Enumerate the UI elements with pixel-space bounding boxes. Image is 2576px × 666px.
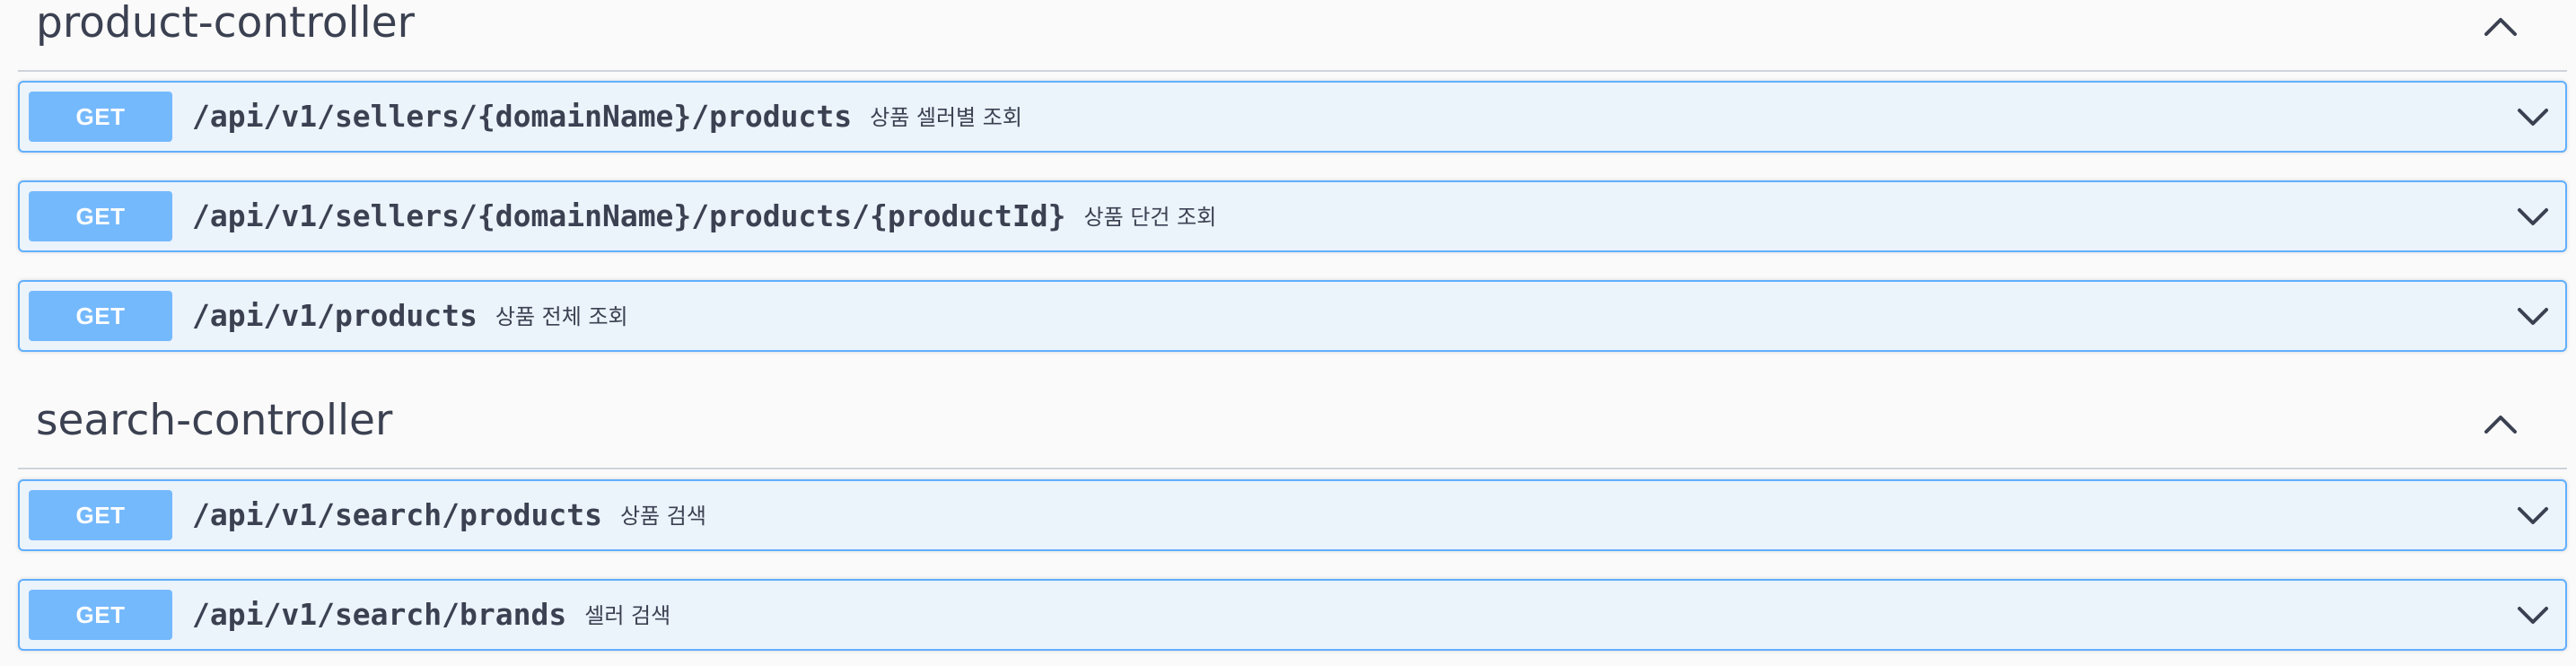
path-text: /api/v1/sellers/{domainName}/products/{p…: [192, 198, 1066, 233]
chevron-down-icon[interactable]: [2515, 99, 2551, 135]
operation-get-all-products[interactable]: GET /api/v1/products 상품 전체 조회: [18, 280, 2567, 352]
path-text: /api/v1/search/brands: [192, 597, 567, 632]
chevron-up-icon[interactable]: [2479, 7, 2522, 43]
operation-summary: 상품 셀러별 조회: [870, 105, 1022, 130]
chevron-down-icon[interactable]: [2515, 298, 2551, 334]
method-badge: GET: [29, 92, 172, 142]
operation-get-seller-product-by-id[interactable]: GET /api/v1/sellers/{domainName}/product…: [18, 180, 2567, 252]
chevron-down-icon[interactable]: [2515, 597, 2551, 633]
operation-path: /api/v1/sellers/{domainName}/products/{p…: [192, 182, 1216, 250]
operation-path: /api/v1/products 상품 전체 조회: [192, 282, 628, 350]
chevron-down-icon[interactable]: [2515, 198, 2551, 234]
path-text: /api/v1/products: [192, 298, 478, 333]
method-badge: GET: [29, 291, 172, 341]
section-header[interactable]: search-controller: [18, 398, 2567, 469]
method-badge: GET: [29, 590, 172, 640]
chevron-down-icon[interactable]: [2515, 497, 2551, 533]
operation-search-products[interactable]: GET /api/v1/search/products 상품 검색: [18, 479, 2567, 551]
operation-summary: 상품 전체 조회: [495, 304, 628, 329]
section-title: product-controller: [36, 0, 415, 48]
operation-summary: 셀러 검색: [584, 603, 671, 628]
operation-search-brands[interactable]: GET /api/v1/search/brands 셀러 검색: [18, 579, 2567, 651]
path-text: /api/v1/sellers/{domainName}/products: [192, 99, 853, 134]
section-header[interactable]: product-controller: [18, 0, 2567, 72]
operation-path: /api/v1/search/brands 셀러 검색: [192, 581, 670, 649]
operation-summary: 상품 검색: [619, 504, 706, 529]
chevron-up-icon[interactable]: [2479, 405, 2522, 441]
swagger-operations-list: product-controller GET /api/v1/sellers/{…: [0, 0, 2576, 666]
method-badge: GET: [29, 191, 172, 241]
operation-path: /api/v1/search/products 상품 검색: [192, 481, 706, 549]
path-text: /api/v1/search/products: [192, 497, 602, 532]
section-title: search-controller: [36, 396, 393, 445]
operation-get-seller-products[interactable]: GET /api/v1/sellers/{domainName}/product…: [18, 81, 2567, 153]
operation-summary: 상품 단건 조회: [1083, 205, 1217, 230]
method-badge: GET: [29, 490, 172, 540]
operation-path: /api/v1/sellers/{domainName}/products 상품 …: [192, 83, 1022, 151]
